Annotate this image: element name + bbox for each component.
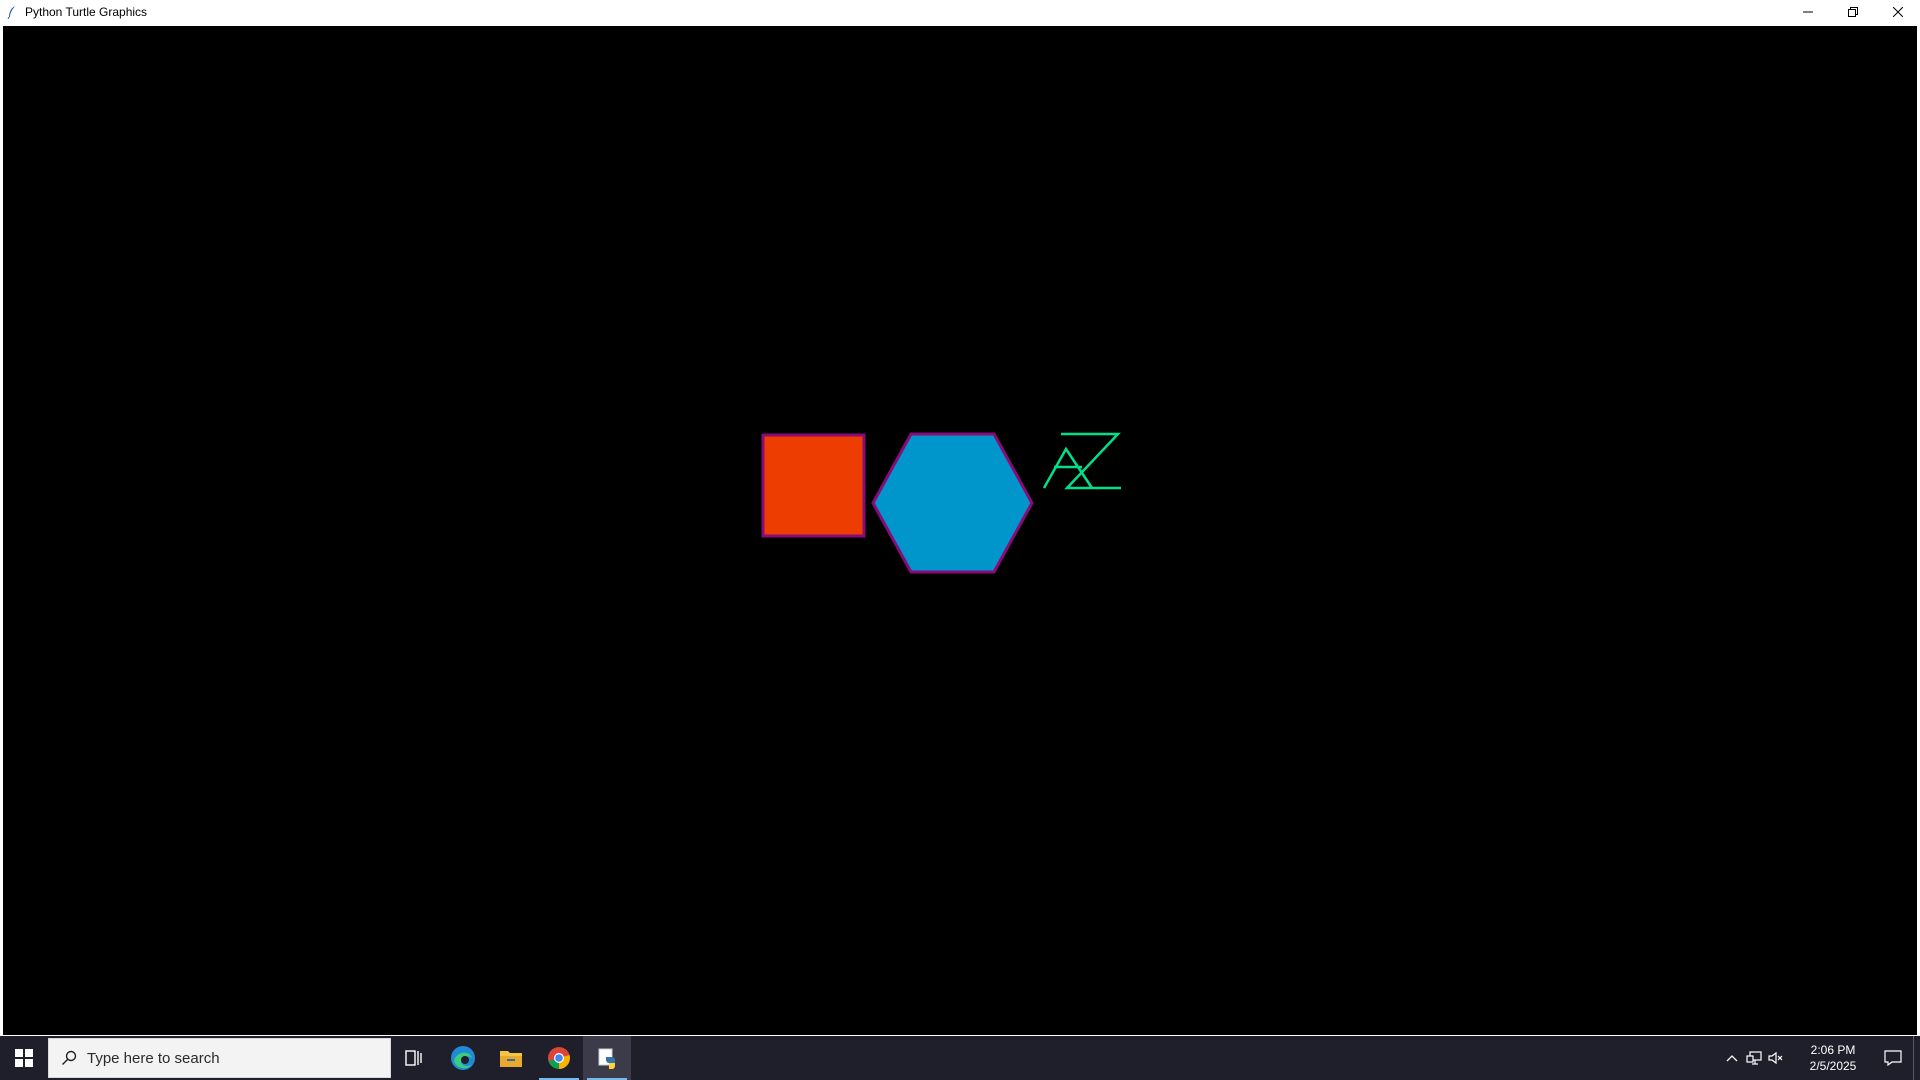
volume-muted-icon	[1768, 1051, 1783, 1065]
taskbar-search[interactable]: Type here to search	[48, 1038, 391, 1078]
file-explorer-button[interactable]	[487, 1036, 535, 1080]
taskbar: Type here to search 2:06 PM 2/5/2025	[0, 1036, 1920, 1080]
volume-button[interactable]	[1765, 1036, 1787, 1080]
chrome-icon	[548, 1047, 570, 1069]
edge-button[interactable]	[439, 1036, 487, 1080]
python-icon	[598, 1048, 615, 1069]
search-placeholder: Type here to search	[87, 1049, 220, 1067]
feather-icon	[5, 4, 19, 20]
close-button[interactable]	[1875, 0, 1920, 24]
system-tray: 2:06 PM 2/5/2025	[1721, 1036, 1920, 1080]
clock-date: 2/5/2025	[1809, 1059, 1857, 1073]
window-title: Python Turtle Graphics	[25, 5, 148, 19]
folder-icon	[500, 1051, 522, 1067]
title-bar[interactable]: Python Turtle Graphics	[0, 0, 1920, 24]
show-hidden-icons-button[interactable]	[1721, 1036, 1743, 1080]
notification-icon	[1884, 1050, 1902, 1066]
network-icon	[1746, 1051, 1762, 1065]
network-button[interactable]	[1743, 1036, 1765, 1080]
window-controls	[1785, 0, 1920, 24]
task-view-button[interactable]	[391, 1036, 439, 1080]
task-view-icon	[405, 1050, 422, 1066]
turtle-window: Python Turtle Graphics	[0, 0, 1920, 1036]
chevron-up-icon	[1726, 1055, 1738, 1062]
orange-square	[761, 433, 866, 538]
start-button[interactable]	[0, 1036, 48, 1080]
windows-icon	[15, 1049, 33, 1067]
notification-button[interactable]	[1873, 1036, 1913, 1080]
chrome-button[interactable]	[535, 1036, 583, 1080]
edge-icon	[451, 1046, 475, 1070]
close-icon	[1892, 7, 1903, 17]
python-button[interactable]	[583, 1036, 631, 1080]
clock-time: 2:06 PM	[1810, 1043, 1856, 1057]
turtle-canvas[interactable]	[3, 26, 1917, 1035]
restore-icon	[1847, 7, 1858, 17]
clock[interactable]: 2:06 PM 2/5/2025	[1793, 1042, 1873, 1074]
minimize-button[interactable]	[1785, 0, 1830, 24]
search-icon	[61, 1050, 77, 1066]
minimize-icon	[1802, 11, 1813, 13]
restore-button[interactable]	[1830, 0, 1875, 24]
az-letters	[1042, 432, 1121, 490]
show-desktop-button[interactable]	[1913, 1036, 1920, 1080]
blue-hexagon	[871, 432, 1034, 574]
